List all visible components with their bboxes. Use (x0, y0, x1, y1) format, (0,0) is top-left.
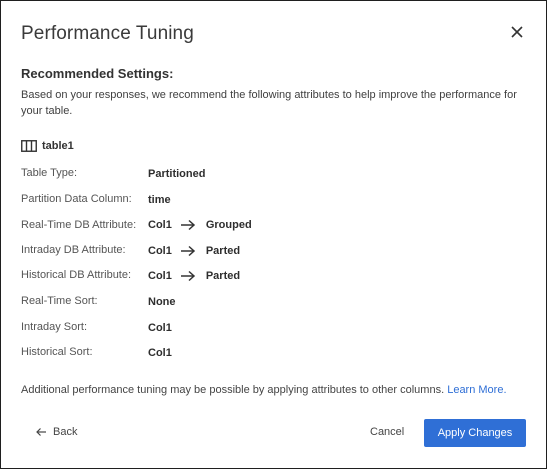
close-button[interactable] (506, 21, 528, 43)
attribute-label-intraday-db: Intraday DB Attribute: (21, 244, 126, 256)
footnote: Additional performance tuning may be pos… (21, 384, 507, 396)
attribute-value: None (148, 296, 176, 308)
attribute-label-realtime-db: Real-Time DB Attribute: (21, 219, 137, 231)
recommendation-description: Based on your responses, we recommend th… (21, 89, 517, 117)
attribute-column: Col1 (148, 245, 172, 257)
arrow-right-icon (180, 270, 195, 282)
footnote-text: Additional performance tuning may be pos… (21, 384, 445, 396)
attribute-label-historical-sort: Historical Sort: (21, 346, 93, 358)
performance-tuning-dialog: Performance Tuning Recommended Settings:… (0, 0, 547, 469)
table-name: table1 (42, 140, 74, 152)
attribute-value-intraday-sort: Col1 (148, 322, 172, 334)
attribute-value-historical-db: Col1 Parted (148, 270, 240, 282)
arrow-right-icon (180, 245, 195, 257)
close-icon (511, 26, 523, 38)
attribute-value: time (148, 194, 171, 206)
attribute-label-intraday-sort: Intraday Sort: (21, 321, 88, 333)
table-columns-icon (21, 140, 37, 152)
attribute-value-historical-sort: Col1 (148, 347, 172, 359)
attribute-value-partition-column: time (148, 194, 171, 206)
attribute-label-historical-db: Historical DB Attribute: (21, 269, 132, 281)
apply-changes-label: Apply Changes (437, 427, 513, 439)
apply-changes-button[interactable]: Apply Changes (424, 419, 526, 447)
learn-more-link[interactable]: Learn More. (447, 384, 506, 396)
attribute-value-realtime-sort: None (148, 296, 176, 308)
attribute-column: Col1 (148, 219, 172, 231)
attribute-value: Col1 (148, 347, 172, 359)
recommended-settings-heading: Recommended Settings: (21, 66, 174, 81)
attribute-target: Parted (205, 270, 241, 282)
back-button-label: Back (53, 426, 78, 438)
attribute-target: Parted (205, 245, 241, 257)
attribute-value: Partitioned (148, 168, 206, 180)
attribute-value-realtime-db: Col1 Grouped (148, 219, 252, 231)
arrow-right-icon (180, 219, 195, 231)
table-header: table1 (21, 138, 74, 154)
arrow-left-icon (36, 428, 46, 436)
cancel-button[interactable]: Cancel (370, 426, 404, 438)
attribute-column: Col1 (148, 270, 172, 282)
attribute-label-realtime-sort: Real-Time Sort: (21, 295, 98, 307)
attribute-label-table-type: Table Type: (21, 167, 78, 179)
attribute-value-intraday-db: Col1 Parted (148, 245, 240, 257)
attribute-value: Col1 (148, 322, 172, 334)
attribute-target: Grouped (205, 219, 252, 231)
attribute-label-partition-column: Partition Data Column: (21, 193, 132, 205)
back-button[interactable]: Back (35, 426, 77, 438)
attribute-value-table-type: Partitioned (148, 168, 205, 180)
dialog-title: Performance Tuning (21, 23, 194, 44)
